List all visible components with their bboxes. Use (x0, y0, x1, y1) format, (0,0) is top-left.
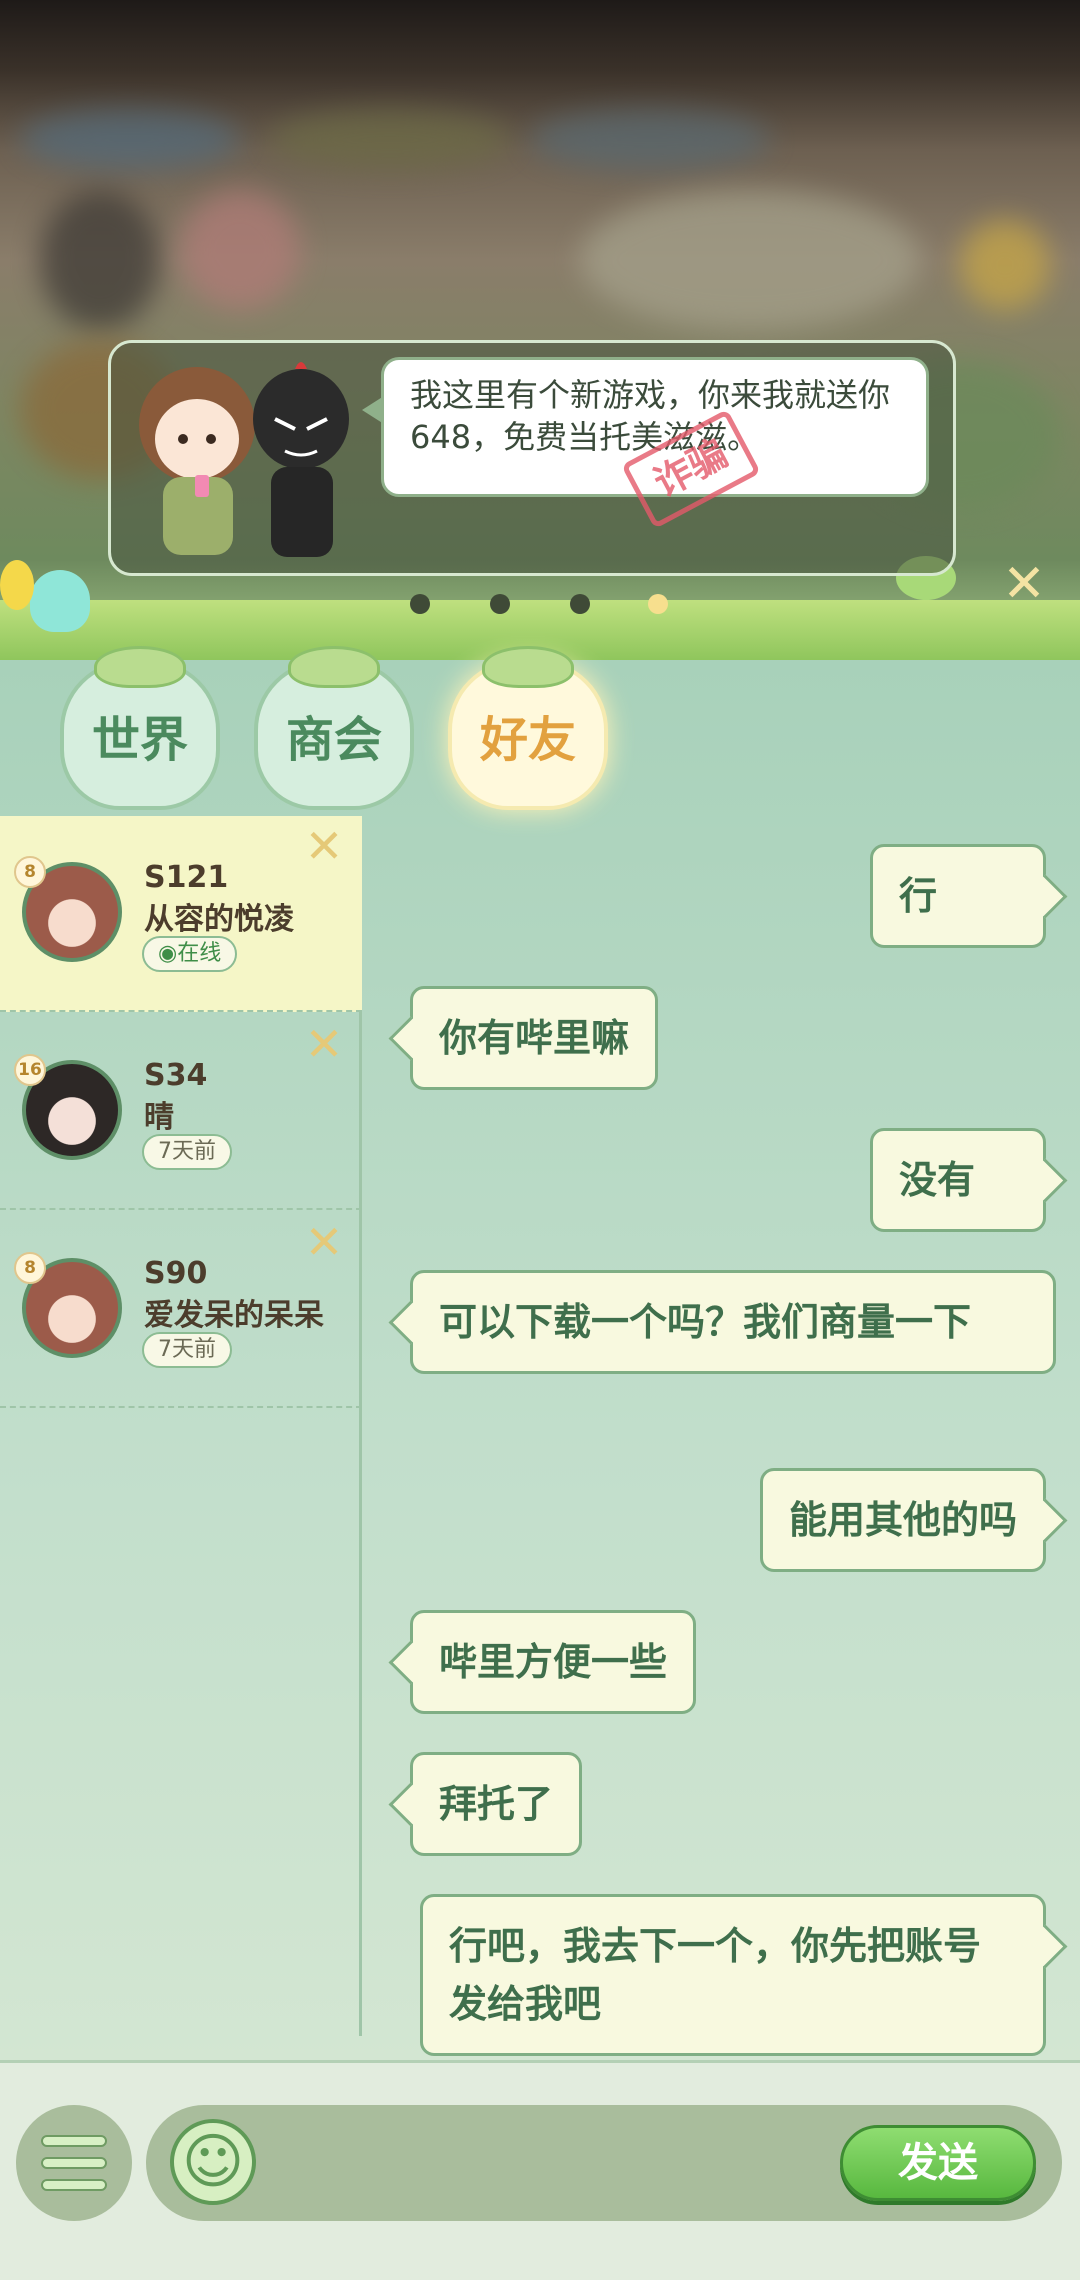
message-text: 行吧，我去下一个，你先把账号发给我吧 (449, 1924, 982, 2026)
leaf-decoration (482, 646, 574, 688)
tab-friends[interactable]: 好友 (448, 646, 608, 810)
message-bubble-received: 你有哔里嘛 (410, 986, 659, 1090)
status-badge: ◉在线 (142, 936, 238, 972)
level-badge: 8 (14, 856, 46, 888)
contact-server: S90 (144, 1256, 208, 1291)
message-bubble-sent: 没有 (870, 1128, 1046, 1232)
contact-server: S34 (144, 1058, 208, 1093)
message-input[interactable]: ☺ 发送 (146, 2105, 1062, 2221)
level-badge: 16 (14, 1054, 46, 1086)
contact-item[interactable]: 8 S121 从容的悦凌 ◉在线 ✕ (0, 816, 362, 1012)
message-text: 能用其他的吗 (788, 1498, 1017, 1542)
pagination-dot[interactable] (570, 594, 590, 614)
chat-input-bar: ☺ 发送 (0, 2060, 1080, 2280)
message-bubble-received: 拜托了 (410, 1752, 583, 1856)
pagination-dot[interactable] (490, 594, 510, 614)
smile-icon[interactable]: ☺ (170, 2119, 256, 2205)
contact-name: 晴 (144, 1100, 174, 1135)
contact-list: 8 S121 从容的悦凌 ◉在线 ✕ 16 S34 晴 7天前 ✕ 8 S90 … (0, 816, 362, 2036)
message-text: 可以下载一个吗？我们商量一下 (439, 1300, 972, 1344)
menu-icon[interactable] (16, 2105, 132, 2221)
tab-label: 世界 (91, 712, 188, 768)
message-bubble-sent: 行 (870, 844, 1046, 948)
message-bubble-received: 哔里方便一些 (410, 1610, 697, 1714)
message-text: 你有哔里嘛 (439, 1016, 630, 1060)
message-bubble-sent: 能用其他的吗 (759, 1468, 1046, 1572)
status-badge: 7天前 (142, 1134, 232, 1170)
status-badge: 7天前 (142, 1332, 232, 1368)
banner-pagination (0, 594, 1080, 618)
scam-warning-banner[interactable]: 我这里有个新游戏，你来我就送你648，免费当托美滋滋。 诈骗 (108, 340, 956, 576)
tab-label: 好友 (479, 712, 576, 768)
contact-name: 从容的悦凌 (144, 902, 294, 937)
message-text: 行 (899, 874, 938, 918)
contact-item[interactable]: 16 S34 晴 7天前 ✕ (0, 1014, 362, 1210)
pagination-dot[interactable] (410, 594, 430, 614)
close-icon[interactable]: ✕ (302, 823, 346, 869)
leaf-decoration (288, 646, 380, 688)
pagination-dot-active[interactable] (648, 594, 668, 614)
tab-world[interactable]: 世界 (60, 646, 220, 810)
message-bubble-sent: 行吧，我去下一个，你先把账号发给我吧 (420, 1894, 1046, 2056)
contact-name: 爱发呆的呆呆 (144, 1298, 324, 1333)
cartoon-characters-illustration (139, 362, 349, 557)
level-badge: 8 (14, 1252, 46, 1284)
close-icon[interactable]: ✕ (1000, 558, 1048, 610)
tab-label: 商会 (285, 712, 382, 768)
close-icon[interactable]: ✕ (302, 1219, 346, 1265)
message-text: 没有 (899, 1158, 976, 1202)
message-text: 哔里方便一些 (439, 1640, 668, 1684)
leaf-decoration (94, 646, 186, 688)
tab-guild[interactable]: 商会 (254, 646, 414, 810)
message-text: 拜托了 (439, 1782, 554, 1826)
banner-message: 我这里有个新游戏，你来我就送你648，免费当托美滋滋。 (410, 376, 891, 456)
contact-item[interactable]: 8 S90 爱发呆的呆呆 7天前 ✕ (0, 1212, 362, 1408)
close-icon[interactable]: ✕ (302, 1021, 346, 1067)
message-bubble-received: 可以下载一个吗？我们商量一下 (410, 1270, 1056, 1374)
send-button[interactable]: 发送 (840, 2125, 1036, 2201)
contact-server: S121 (144, 860, 229, 895)
